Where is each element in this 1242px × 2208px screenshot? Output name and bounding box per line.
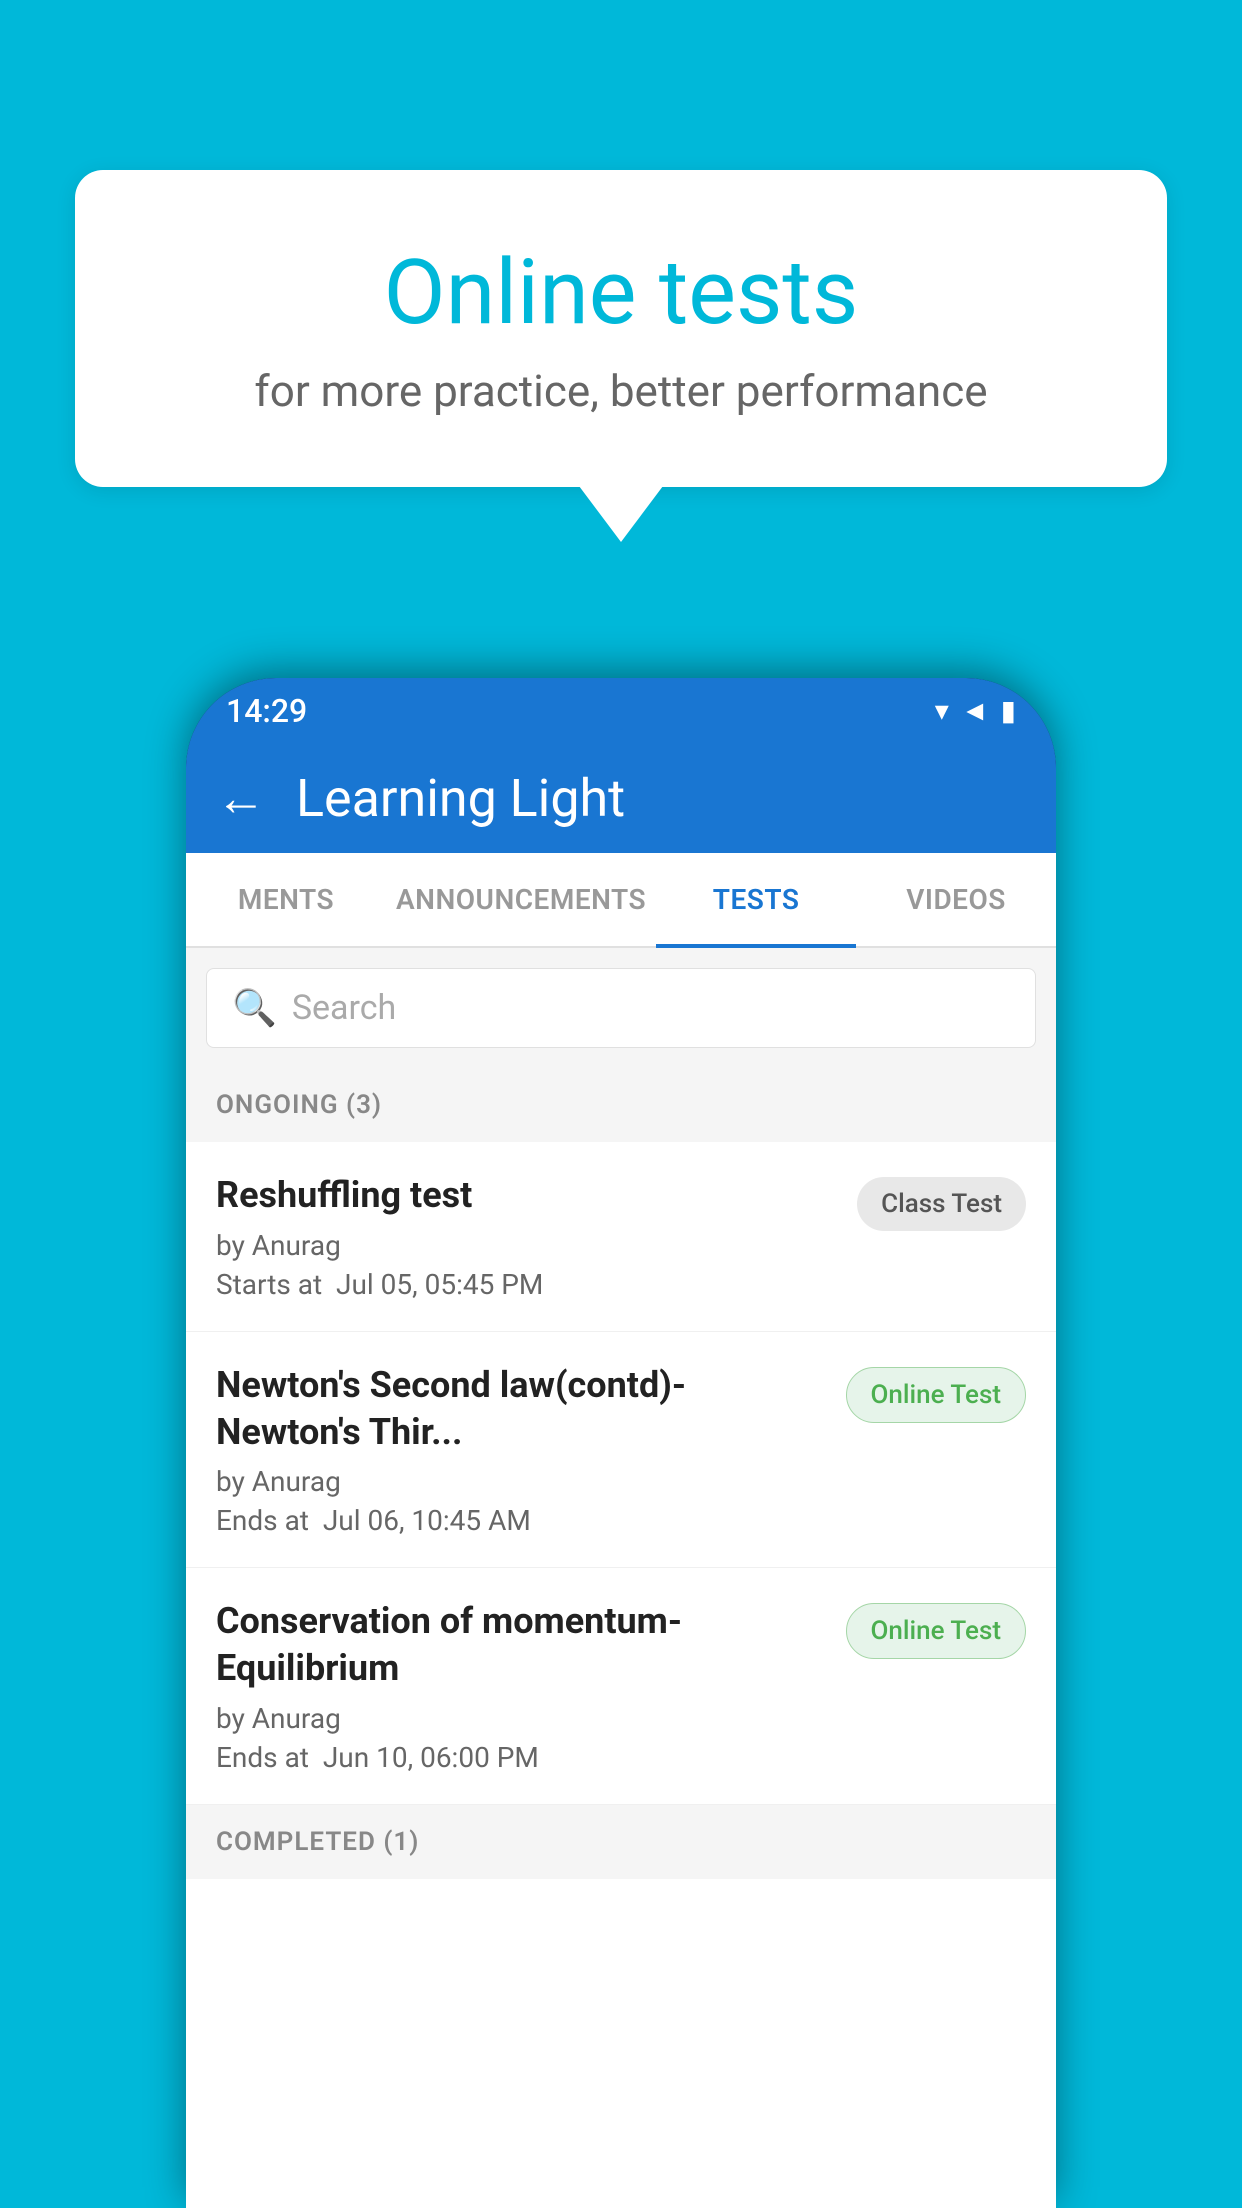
tabs-bar: MENTS ANNOUNCEMENTS TESTS VIDEOS [186, 853, 1056, 948]
test-name: Reshuffling test [216, 1172, 837, 1219]
test-info: Newton's Second law(contd)-Newton's Thir… [216, 1362, 846, 1538]
test-badge-online: Online Test [846, 1367, 1027, 1423]
test-author: by Anurag [216, 1702, 826, 1735]
test-name: Conservation of momentum-Equilibrium [216, 1598, 826, 1692]
test-author: by Anurag [216, 1465, 826, 1498]
phone-screen: MENTS ANNOUNCEMENTS TESTS VIDEOS 🔍 Searc… [186, 853, 1056, 2208]
test-time: Ends at Jun 10, 06:00 PM [216, 1741, 826, 1774]
bubble-title: Online tests [135, 240, 1107, 345]
test-info: Conservation of momentum-Equilibrium by … [216, 1598, 846, 1774]
test-item[interactable]: Conservation of momentum-Equilibrium by … [186, 1568, 1056, 1805]
status-bar: 14:29 ▾ ◄ ▮ [186, 678, 1056, 743]
status-time: 14:29 [226, 692, 307, 730]
tab-ments[interactable]: MENTS [186, 853, 386, 946]
test-time: Starts at Jul 05, 05:45 PM [216, 1268, 837, 1301]
speech-bubble: Online tests for more practice, better p… [75, 170, 1167, 487]
search-icon: 🔍 [232, 987, 277, 1029]
battery-icon: ▮ [1001, 694, 1016, 727]
speech-bubble-container: Online tests for more practice, better p… [75, 170, 1167, 487]
signal-icon: ◄ [961, 694, 989, 727]
status-icons: ▾ ◄ ▮ [935, 694, 1016, 727]
test-badge-online: Online Test [846, 1603, 1027, 1659]
test-item[interactable]: Newton's Second law(contd)-Newton's Thir… [186, 1332, 1056, 1569]
test-time: Ends at Jul 06, 10:45 AM [216, 1504, 826, 1537]
phone-frame: 14:29 ▾ ◄ ▮ ← Learning Light MENTS ANNOU… [186, 678, 1056, 2208]
bubble-subtitle: for more practice, better performance [135, 365, 1107, 417]
test-author: by Anurag [216, 1229, 837, 1262]
tab-announcements[interactable]: ANNOUNCEMENTS [386, 853, 656, 946]
search-bar[interactable]: 🔍 Search [206, 968, 1036, 1048]
search-container: 🔍 Search [186, 948, 1056, 1068]
test-item[interactable]: Reshuffling test by Anurag Starts at Jul… [186, 1142, 1056, 1332]
test-list: Reshuffling test by Anurag Starts at Jul… [186, 1142, 1056, 2208]
tab-tests[interactable]: TESTS [656, 853, 856, 946]
back-button[interactable]: ← [216, 769, 266, 828]
app-bar: ← Learning Light [186, 743, 1056, 853]
test-name: Newton's Second law(contd)-Newton's Thir… [216, 1362, 826, 1456]
ongoing-section-header: ONGOING (3) [186, 1068, 1056, 1142]
wifi-icon: ▾ [935, 694, 949, 727]
tab-videos[interactable]: VIDEOS [856, 853, 1056, 946]
completed-section-header: COMPLETED (1) [186, 1805, 1056, 1879]
search-input[interactable]: Search [292, 988, 396, 1028]
test-badge-class: Class Test [857, 1177, 1026, 1231]
app-bar-title: Learning Light [296, 768, 625, 829]
test-info: Reshuffling test by Anurag Starts at Jul… [216, 1172, 857, 1301]
